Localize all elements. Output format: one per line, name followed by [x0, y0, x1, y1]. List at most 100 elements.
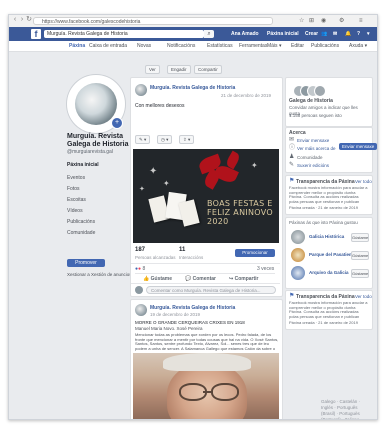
- thumbs-up-icon: 👍: [143, 276, 150, 282]
- love-reaction-icon: ●: [138, 266, 142, 272]
- menu-icon[interactable]: ≡: [359, 17, 363, 25]
- avatar-image: [75, 83, 117, 125]
- search-icon[interactable]: ⌕: [204, 30, 214, 38]
- tab-add[interactable]: Engadir: [167, 65, 191, 74]
- transparency-see-all[interactable]: Ver todo: [355, 294, 372, 299]
- like-button[interactable]: 👍 Gústame: [143, 276, 172, 282]
- share-icon: ↪: [229, 276, 234, 282]
- like-page-button[interactable]: Gústame: [351, 269, 369, 278]
- reaction-summary[interactable]: ●● 8: [135, 266, 145, 272]
- reload-icon[interactable]: ↻: [26, 16, 32, 23]
- camera-icon[interactable]: +: [111, 117, 123, 129]
- community-link[interactable]: Comunidade: [297, 155, 323, 160]
- like-page-button[interactable]: Gústame: [351, 251, 369, 260]
- search-input[interactable]: Murguía. Revista Galega de Historia: [44, 30, 204, 38]
- left-nav-videos[interactable]: Vídeos: [67, 208, 83, 214]
- messenger-icon[interactable]: ✉: [333, 31, 337, 37]
- post-body: Mencionar todas as problemas que xorden …: [135, 333, 279, 351]
- page-created-date: Páxina creada · 21 de xaneiro de 2019: [289, 205, 358, 210]
- left-nav-community[interactable]: Comunidade: [67, 230, 95, 236]
- manage-ads-link[interactable]: Xestionar a Xestión de anuncios: [67, 272, 132, 277]
- comment-label: Comentar: [192, 276, 216, 282]
- reaction-count: 8: [142, 266, 146, 272]
- chevron-down-icon[interactable]: ▾: [367, 31, 370, 37]
- share-count[interactable]: 3 veces: [257, 266, 274, 272]
- tab-more[interactable]: Máis ▾: [267, 43, 281, 49]
- transparency-see-all[interactable]: Ver todo: [355, 179, 372, 184]
- boost-post-button[interactable]: Promocionar publicación: [235, 249, 275, 263]
- post-date[interactable]: 19 de decembro de 2019: [150, 312, 200, 317]
- post-author-avatar[interactable]: [135, 304, 147, 316]
- tab-notifications[interactable]: Notificacións: [167, 43, 195, 49]
- tab-news[interactable]: Novas: [137, 43, 151, 49]
- post-text: Con mellores desexos: [135, 103, 185, 109]
- reach-count: 187: [135, 247, 146, 253]
- glasses-lens: [211, 383, 239, 401]
- comment-input[interactable]: Comentar como Murguía. Revista Galega de…: [146, 286, 276, 294]
- address-bar[interactable]: https://www.facebook.com/galescodehistor…: [33, 17, 273, 25]
- page-handle[interactable]: @murguiarevista.gal: [67, 149, 113, 155]
- comment-button[interactable]: 💬 Comentar: [185, 276, 216, 282]
- topbar-user[interactable]: Ana Amado: [231, 31, 259, 37]
- schedule-dropdown[interactable]: ◷ ▾: [157, 135, 173, 144]
- extensions-icon[interactable]: ⊞: [309, 17, 314, 25]
- help-icon[interactable]: ?: [357, 31, 360, 37]
- tab-share[interactable]: Compartir: [194, 65, 222, 74]
- liked-page-avatar[interactable]: [291, 230, 305, 244]
- account-icon[interactable]: ◉: [321, 17, 326, 25]
- liked-page-name[interactable]: Galicia Histórica: [309, 234, 344, 239]
- settings-icon[interactable]: ⚙: [339, 17, 344, 25]
- left-nav-events[interactable]: Eventos: [67, 175, 85, 181]
- greeting-card-image: [178, 199, 200, 227]
- post-author-avatar[interactable]: [135, 84, 147, 96]
- star-icon[interactable]: ☆: [299, 17, 304, 25]
- language-footer[interactable]: Galego · Castelán · Inglés · Português (…: [321, 399, 373, 419]
- reach-label: Persoas alcanzadas: [135, 255, 176, 260]
- left-nav-posts[interactable]: Publicacións: [67, 219, 95, 225]
- tab-edit[interactable]: Editar: [291, 43, 304, 49]
- left-nav-home[interactable]: Páxina inicial: [67, 162, 99, 168]
- like-label: Gústame: [150, 276, 173, 282]
- send-message-button[interactable]: Enviar mensaxe: [339, 143, 377, 150]
- divider: [135, 273, 275, 274]
- about-link[interactable]: Ver máis acerca de: [297, 146, 336, 151]
- tab-help[interactable]: Axuda ▾: [349, 43, 367, 49]
- arrow-right-icon[interactable]: ›: [19, 16, 25, 23]
- tab-insights[interactable]: Estatísticas: [207, 43, 233, 49]
- flag-icon: ⚑: [289, 178, 295, 184]
- left-nav-reviews[interactable]: Escoitas: [67, 197, 86, 203]
- topbar-home[interactable]: Páxina inicial: [267, 31, 299, 37]
- promote-button[interactable]: Promover: [67, 259, 105, 267]
- facebook-logo[interactable]: f: [31, 29, 41, 39]
- transparency-text: Facebook mostra información para axudar …: [289, 301, 368, 319]
- post-date[interactable]: 21 de decembro de 2019: [221, 93, 271, 98]
- friends-icon[interactable]: 👥: [321, 31, 327, 37]
- post-image-portrait[interactable]: [133, 353, 279, 419]
- liked-page-avatar[interactable]: [291, 248, 305, 262]
- liked-page-name[interactable]: Arquivo da Galicia: [309, 270, 349, 275]
- page-frame: ‹ › ↻ https://www.facebook.com/galescode…: [0, 0, 383, 427]
- notifications-icon[interactable]: 🔔: [345, 31, 351, 37]
- arrow-left-icon[interactable]: ‹: [12, 16, 18, 23]
- publish-dropdown[interactable]: ⇪ ▾: [179, 135, 195, 144]
- share-button[interactable]: ↪ Compartir: [229, 276, 259, 282]
- topbar-create[interactable]: Crear: [305, 31, 318, 37]
- transparency-title: Transparencia da Páxina: [296, 179, 355, 185]
- like-page-button[interactable]: Gústame: [351, 233, 369, 242]
- greeting-line-2: FELIZ ANINOVO 2020: [207, 208, 273, 226]
- tab-publications[interactable]: Publicacións: [311, 43, 339, 49]
- tab-inbox[interactable]: Caixa de entrada: [89, 43, 127, 49]
- post-image[interactable]: ✦ ✦ ✦ ✦ BOAS FESTAS E FELIZ ANINOVO 2020: [133, 149, 279, 243]
- suggest-edits-link[interactable]: Suxerir edicións: [297, 163, 329, 168]
- boost-dropdown[interactable]: ✎ ▾: [135, 135, 151, 144]
- commenter-avatar: [135, 286, 143, 294]
- tab-page[interactable]: Páxina: [69, 43, 85, 49]
- post-author[interactable]: Murguía. Revista Galega de Historia: [150, 305, 235, 311]
- tab-tools[interactable]: Ferramentas: [239, 43, 267, 49]
- liked-page-avatar[interactable]: [291, 266, 305, 280]
- post-author[interactable]: Murguía. Revista Galega de Historia: [150, 85, 235, 91]
- left-nav-photos[interactable]: Fotos: [67, 186, 80, 192]
- tab-view[interactable]: Ver: [145, 65, 160, 74]
- invite-title: Galega de Historia: [289, 98, 333, 104]
- send-message-link[interactable]: Enviar mensaxe: [297, 138, 329, 143]
